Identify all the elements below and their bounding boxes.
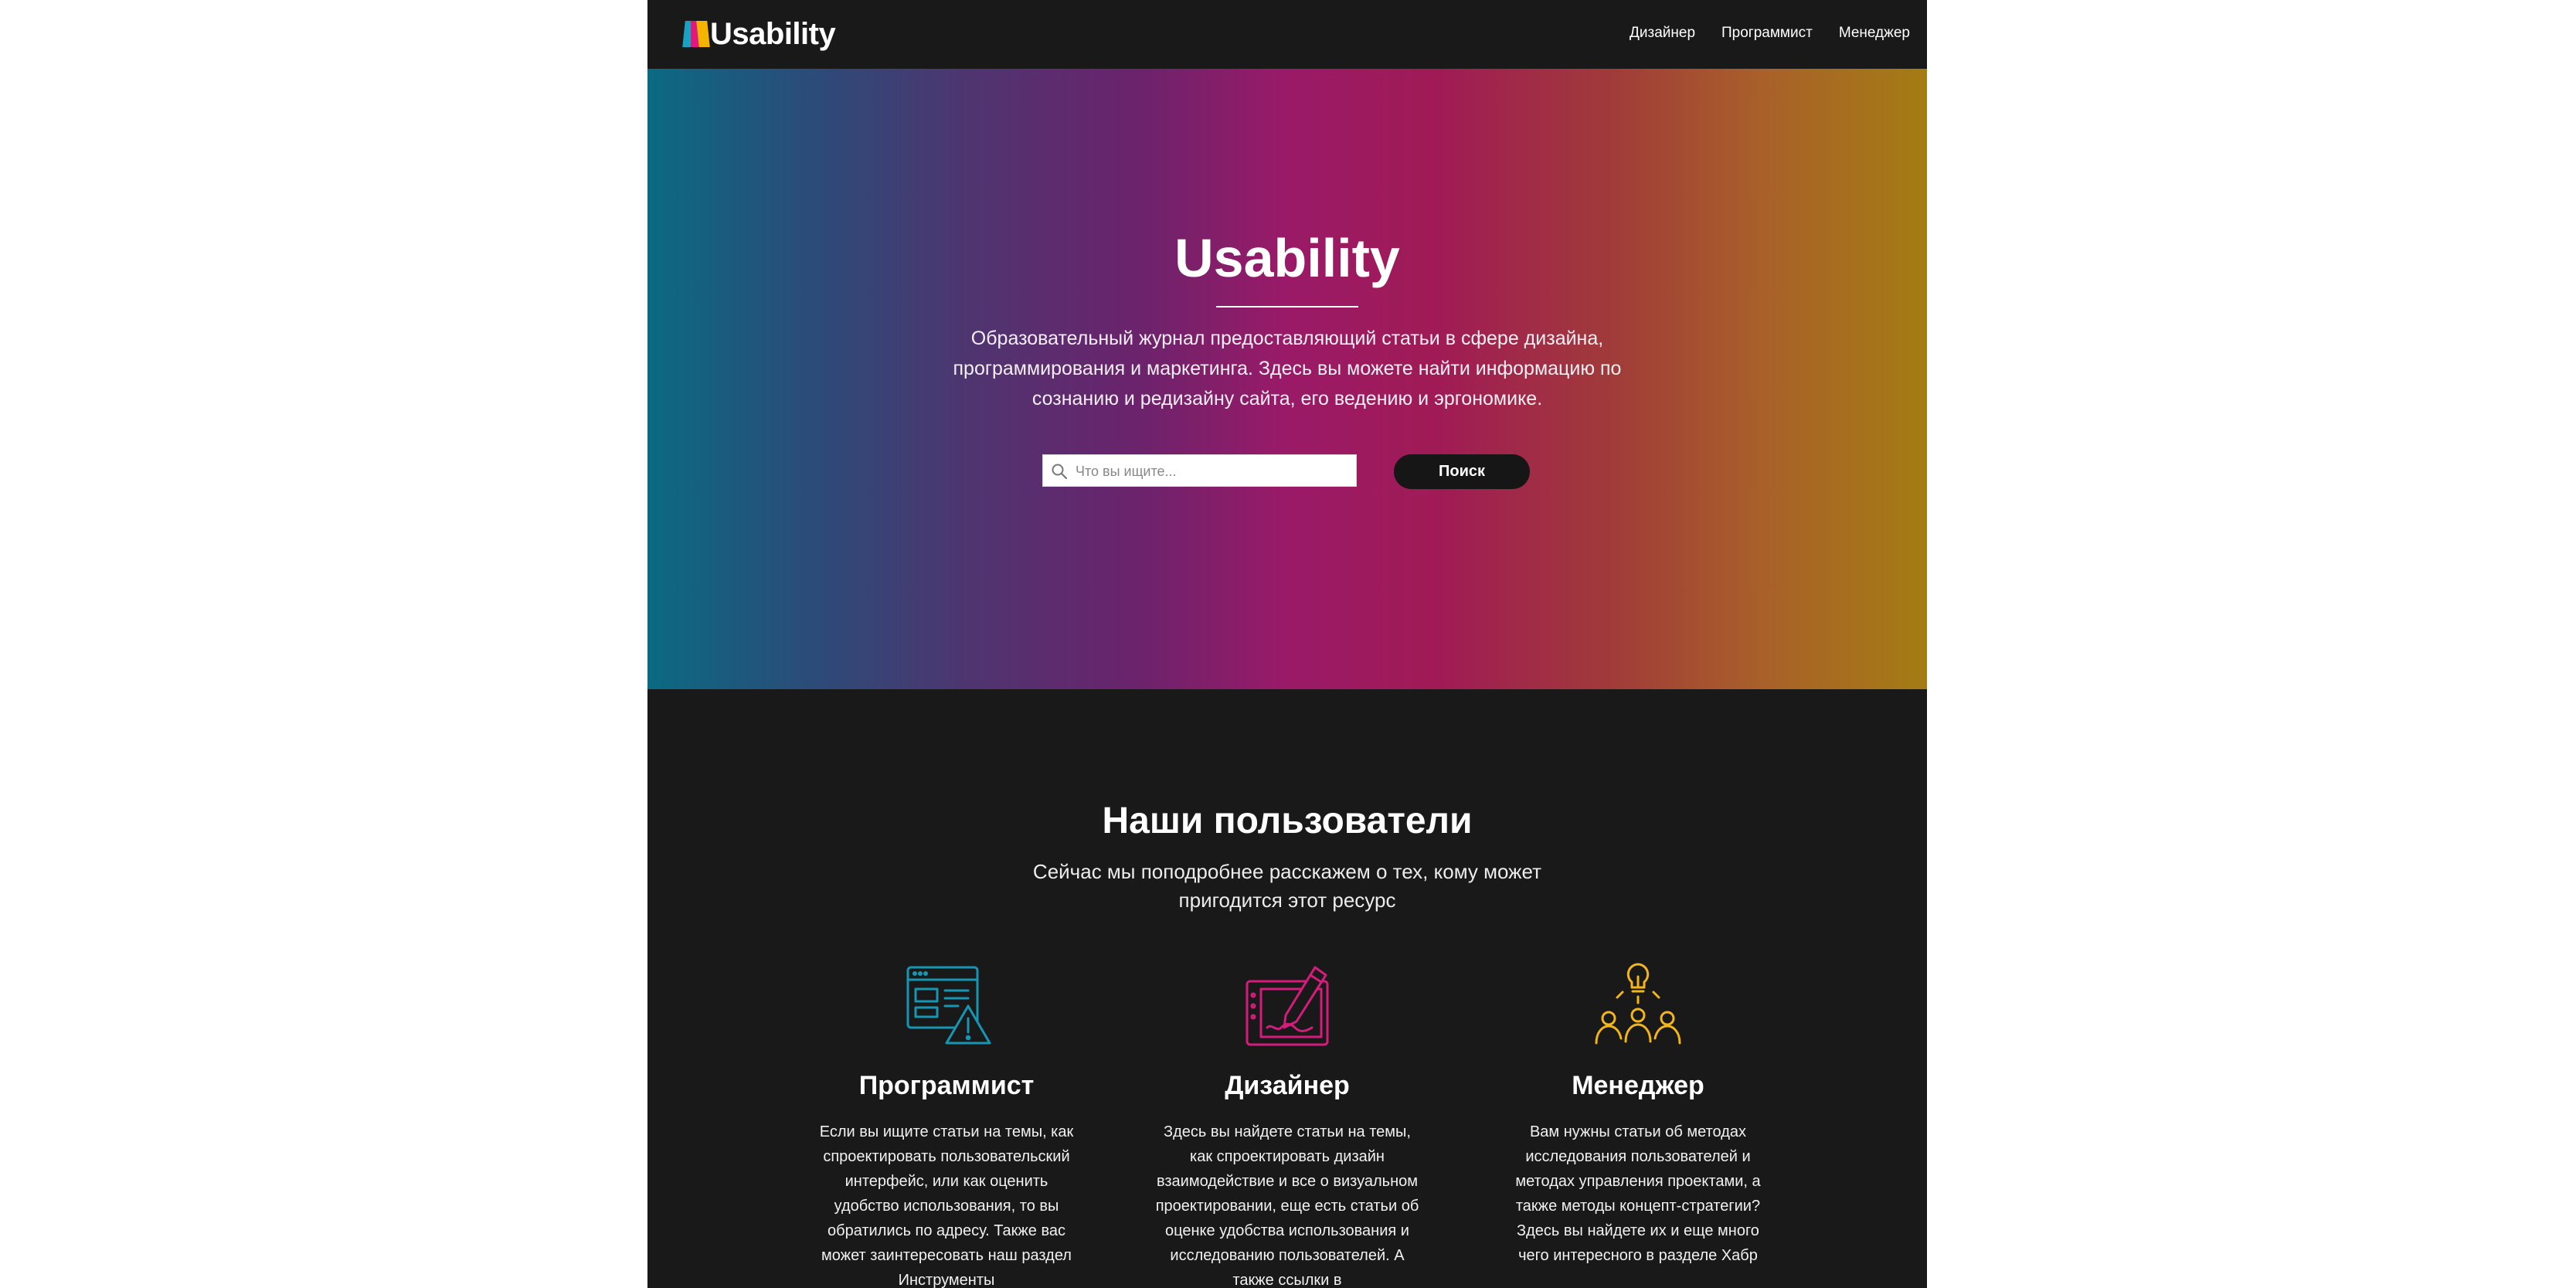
user-card-designer: Дизайнер Здесь вы найдете статьи на темы… bbox=[1148, 958, 1426, 1288]
search-input[interactable] bbox=[1074, 455, 1355, 488]
hero-section: Usability Образовательный журнал предост… bbox=[647, 69, 1927, 689]
search-box bbox=[1042, 454, 1357, 488]
user-card-programmer: Программист Если вы ищите статьи на темы… bbox=[807, 958, 1086, 1288]
search-icon bbox=[1052, 464, 1068, 480]
card-title: Программист bbox=[858, 1071, 1035, 1100]
hero-description: Образовательный журнал предоставляющий с… bbox=[953, 328, 1622, 410]
user-card-manager: Менеджер Вам нужны статьи об методах исс… bbox=[1499, 958, 1777, 1268]
search-button[interactable]: Поиск bbox=[1394, 454, 1530, 489]
interface-warning-icon bbox=[906, 966, 991, 1045]
idea-team-icon bbox=[1595, 963, 1681, 1045]
nav-item-manager[interactable]: Менеджер bbox=[1839, 25, 1910, 42]
nav-item-designer[interactable]: Дизайнер bbox=[1630, 25, 1695, 42]
hero-title: Usability bbox=[1174, 228, 1400, 288]
logo-mark-icon bbox=[682, 21, 710, 47]
users-title: Наши пользователи bbox=[1102, 800, 1473, 841]
card-text: Здесь вы найдете статьи на темы, как спр… bbox=[1155, 1123, 1419, 1288]
card-text: Вам нужны статьи об методах исследования… bbox=[1515, 1123, 1761, 1264]
card-text: Если вы ищите статьи на темы, как спроек… bbox=[819, 1123, 1074, 1288]
site-header: Usability Дизайнер Программист Менеджер bbox=[647, 0, 1927, 69]
card-title: Менеджер bbox=[1572, 1071, 1704, 1100]
hero-divider bbox=[1216, 306, 1358, 308]
nav-item-programmer[interactable]: Программист bbox=[1721, 25, 1813, 42]
page: Usability Дизайнер Программист Менеджер … bbox=[647, 0, 1927, 1288]
drawing-tablet-icon bbox=[1246, 966, 1329, 1046]
card-title: Дизайнер bbox=[1225, 1071, 1350, 1100]
logo[interactable]: Usability bbox=[682, 16, 836, 51]
main-nav: Дизайнер Программист Менеджер bbox=[1630, 25, 1910, 42]
users-subtitle: Сейчас мы поподробнее расскажем о тех, к… bbox=[1032, 860, 1542, 912]
logo-text: Usability bbox=[710, 16, 836, 51]
